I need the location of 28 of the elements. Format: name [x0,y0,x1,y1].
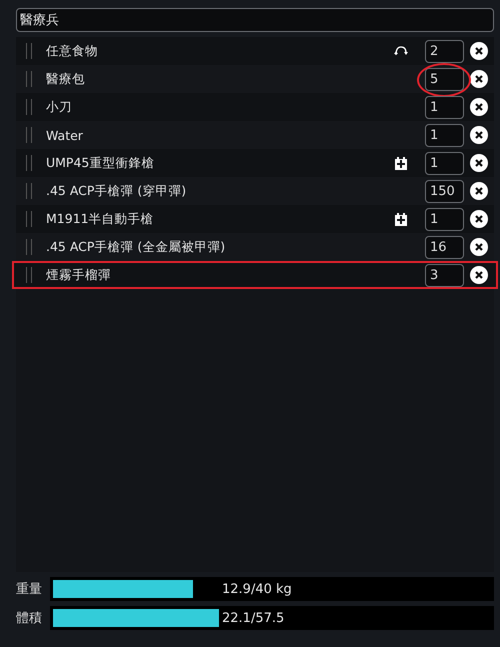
quantity-field[interactable]: 1 [425,96,464,118]
quantity-field[interactable]: 5 [425,68,464,90]
item-name: Water [46,128,84,142]
item-row[interactable]: 任意食物 2 [16,37,494,65]
item-name: M1911半自動手槍 [46,210,155,228]
quantity-field[interactable]: 1 [425,124,464,146]
loadout-name-field[interactable]: 醫療兵 [16,8,494,32]
quantity-field[interactable]: 1 [425,208,464,230]
item-name: .45 ACP手槍彈 (全金屬被甲彈) [46,238,226,256]
quantity-field[interactable]: 2 [425,40,464,62]
meter-reading: 22.1/57.5 [222,610,284,626]
item-name: 醫療包 [46,70,86,88]
item-row[interactable]: UMP45重型衝鋒槍 1 [16,149,494,177]
item-name: UMP45重型衝鋒槍 [46,154,156,172]
item-name: .45 ACP手槍彈 (穿甲彈) [46,182,188,200]
meter-label: 體積 [16,610,43,627]
quantity-field[interactable]: 3 [425,264,464,286]
meter-label: 重量 [16,581,43,598]
quantity-field[interactable]: 150 [425,180,464,202]
item-row[interactable]: 小刀 1 [16,93,494,121]
item-row[interactable]: M1911半自動手槍 1 [16,205,494,233]
quantity-field[interactable]: 1 [425,152,464,174]
item-name: 任意食物 [46,42,99,60]
highlighted-item-row[interactable]: 煙霧手榴彈 3 [12,261,498,289]
item-name: 煙霧手榴彈 [46,266,112,284]
meter-reading: 12.9/40 kg [222,582,292,596]
item-name: 小刀 [46,98,73,116]
quantity-field[interactable]: 16 [425,236,464,258]
